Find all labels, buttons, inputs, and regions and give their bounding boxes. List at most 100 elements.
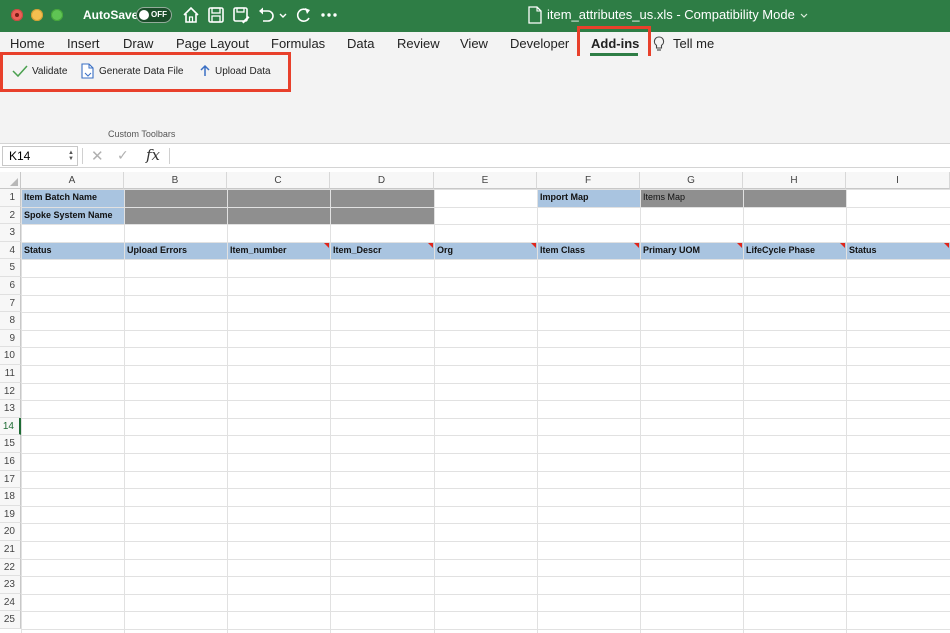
- row-header-21[interactable]: 21: [0, 541, 21, 559]
- gridline: [21, 417, 950, 419]
- cell-a4[interactable]: Status: [22, 242, 123, 260]
- row-header-20[interactable]: 20: [0, 523, 21, 541]
- cancel-entry-icon[interactable]: ✕: [91, 147, 104, 165]
- minimize-window-button[interactable]: [31, 9, 43, 21]
- comment-indicator-icon[interactable]: [634, 242, 639, 248]
- gridline: [21, 558, 950, 560]
- save-as-icon[interactable]: [231, 5, 251, 25]
- row-header-4[interactable]: 4: [0, 241, 21, 260]
- comment-indicator-icon[interactable]: [737, 242, 742, 248]
- tab-page-layout[interactable]: Page Layout: [176, 36, 249, 51]
- row-header-18[interactable]: 18: [0, 488, 21, 506]
- row-header-2[interactable]: 2: [0, 206, 21, 225]
- spreadsheet-grid[interactable]: A B C D E F G H I 1 2 3 4 5 6 7 8 9 10 11 12 13 14 15 16 17 18 19 20…: [0, 172, 950, 633]
- maximize-window-button[interactable]: [51, 9, 63, 21]
- row-header-14[interactable]: 14: [0, 417, 21, 436]
- ribbon-group-label: Custom Toolbars: [108, 129, 176, 139]
- cell-d4[interactable]: Item_Descr: [331, 242, 433, 260]
- redo-icon[interactable]: [293, 5, 313, 25]
- validate-button[interactable]: Validate: [12, 62, 67, 80]
- comment-indicator-icon[interactable]: [324, 242, 329, 248]
- tab-draw[interactable]: Draw: [123, 36, 153, 51]
- gridline: [21, 189, 950, 190]
- cell-g4[interactable]: Primary UOM: [641, 242, 742, 260]
- cell-e4[interactable]: Org: [435, 242, 536, 260]
- row-header-19[interactable]: 19: [0, 505, 21, 524]
- row-header-13[interactable]: 13: [0, 400, 21, 418]
- row-header-11[interactable]: 11: [0, 365, 21, 383]
- row-header-10[interactable]: 10: [0, 347, 21, 365]
- column-header-h[interactable]: H: [743, 172, 846, 189]
- cell-f1[interactable]: Import Map: [538, 189, 639, 207]
- insert-function-icon[interactable]: fx: [146, 146, 160, 164]
- row-header-7[interactable]: 7: [0, 294, 21, 313]
- row-header-23[interactable]: 23: [0, 576, 21, 594]
- up-arrow-icon: [200, 64, 210, 76]
- tab-view[interactable]: View: [460, 36, 488, 51]
- gridline: [21, 541, 950, 542]
- row-header-22[interactable]: 22: [0, 558, 21, 577]
- name-box-stepper-icon[interactable]: ▲ ▼: [68, 150, 74, 162]
- row-header-1[interactable]: 1: [0, 189, 21, 207]
- cell-g1[interactable]: Items Map: [641, 189, 742, 207]
- comment-indicator-icon[interactable]: [944, 242, 949, 248]
- comment-indicator-icon[interactable]: [428, 242, 433, 248]
- row-header-25[interactable]: 25: [0, 611, 21, 629]
- row-header-12[interactable]: 12: [0, 382, 21, 401]
- row-header-8[interactable]: 8: [0, 312, 21, 330]
- row-header-17[interactable]: 17: [0, 470, 21, 489]
- confirm-entry-icon[interactable]: ✓: [117, 147, 129, 164]
- name-box[interactable]: K14 ▲ ▼: [2, 146, 78, 166]
- row-header-15[interactable]: 15: [0, 435, 21, 453]
- more-options-icon[interactable]: [319, 5, 339, 25]
- column-header-a[interactable]: A: [21, 172, 124, 189]
- tab-home[interactable]: Home: [10, 36, 45, 51]
- undo-dropdown-icon[interactable]: [278, 5, 288, 25]
- validate-label: Validate: [32, 65, 68, 77]
- row-header-9[interactable]: 9: [0, 329, 21, 348]
- row-header-3[interactable]: 3: [0, 224, 21, 242]
- cell-a2[interactable]: Spoke System Name: [22, 207, 123, 225]
- home-icon[interactable]: [181, 5, 201, 25]
- cell-h4[interactable]: LifeCycle Phase: [744, 242, 845, 260]
- formula-input[interactable]: [172, 146, 948, 166]
- row-header-24[interactable]: 24: [0, 593, 21, 612]
- row-header-16[interactable]: 16: [0, 453, 21, 471]
- close-window-button[interactable]: [11, 9, 23, 21]
- cell-a1[interactable]: Item Batch Name: [22, 189, 123, 207]
- gridline: [21, 470, 950, 472]
- column-header-c[interactable]: C: [227, 172, 330, 189]
- gridline: [21, 347, 950, 349]
- tab-developer[interactable]: Developer: [510, 36, 569, 51]
- cell-c4[interactable]: Item_number: [228, 242, 329, 260]
- save-icon[interactable]: [206, 5, 226, 25]
- cell-i4[interactable]: Status: [847, 242, 949, 260]
- cell-b4[interactable]: Upload Errors: [125, 242, 226, 260]
- window-title: item_attributes_us.xls - Compatibility M…: [547, 7, 795, 22]
- document-icon: [528, 6, 542, 24]
- comment-indicator-icon[interactable]: [531, 242, 536, 248]
- row-header-6[interactable]: 6: [0, 277, 21, 295]
- row-header-5[interactable]: 5: [0, 259, 21, 277]
- column-header-f[interactable]: F: [537, 172, 640, 189]
- select-all-button[interactable]: [0, 172, 21, 189]
- column-header-i[interactable]: I: [846, 172, 950, 189]
- tab-review[interactable]: Review: [397, 36, 440, 51]
- upload-data-button[interactable]: Upload Data: [199, 62, 271, 80]
- tab-data[interactable]: Data: [347, 36, 374, 51]
- cell-f4[interactable]: Item Class: [538, 242, 639, 260]
- column-header-b[interactable]: B: [124, 172, 227, 189]
- comment-indicator-icon[interactable]: [840, 242, 845, 248]
- formula-bar: K14 ▲ ▼ ✕ ✓ fx: [0, 144, 950, 168]
- undo-icon[interactable]: [256, 5, 276, 25]
- autosave-toggle[interactable]: OFF: [136, 7, 172, 23]
- tell-me-search[interactable]: Tell me: [673, 36, 714, 51]
- lightbulb-icon: [653, 36, 665, 57]
- tab-insert[interactable]: Insert: [67, 36, 100, 51]
- column-header-d[interactable]: D: [330, 172, 434, 189]
- column-header-g[interactable]: G: [640, 172, 743, 189]
- column-header-e[interactable]: E: [434, 172, 537, 189]
- generate-data-file-button[interactable]: Generate Data File: [81, 62, 184, 80]
- tab-formulas[interactable]: Formulas: [271, 36, 325, 51]
- title-chevron-icon[interactable]: [799, 8, 809, 26]
